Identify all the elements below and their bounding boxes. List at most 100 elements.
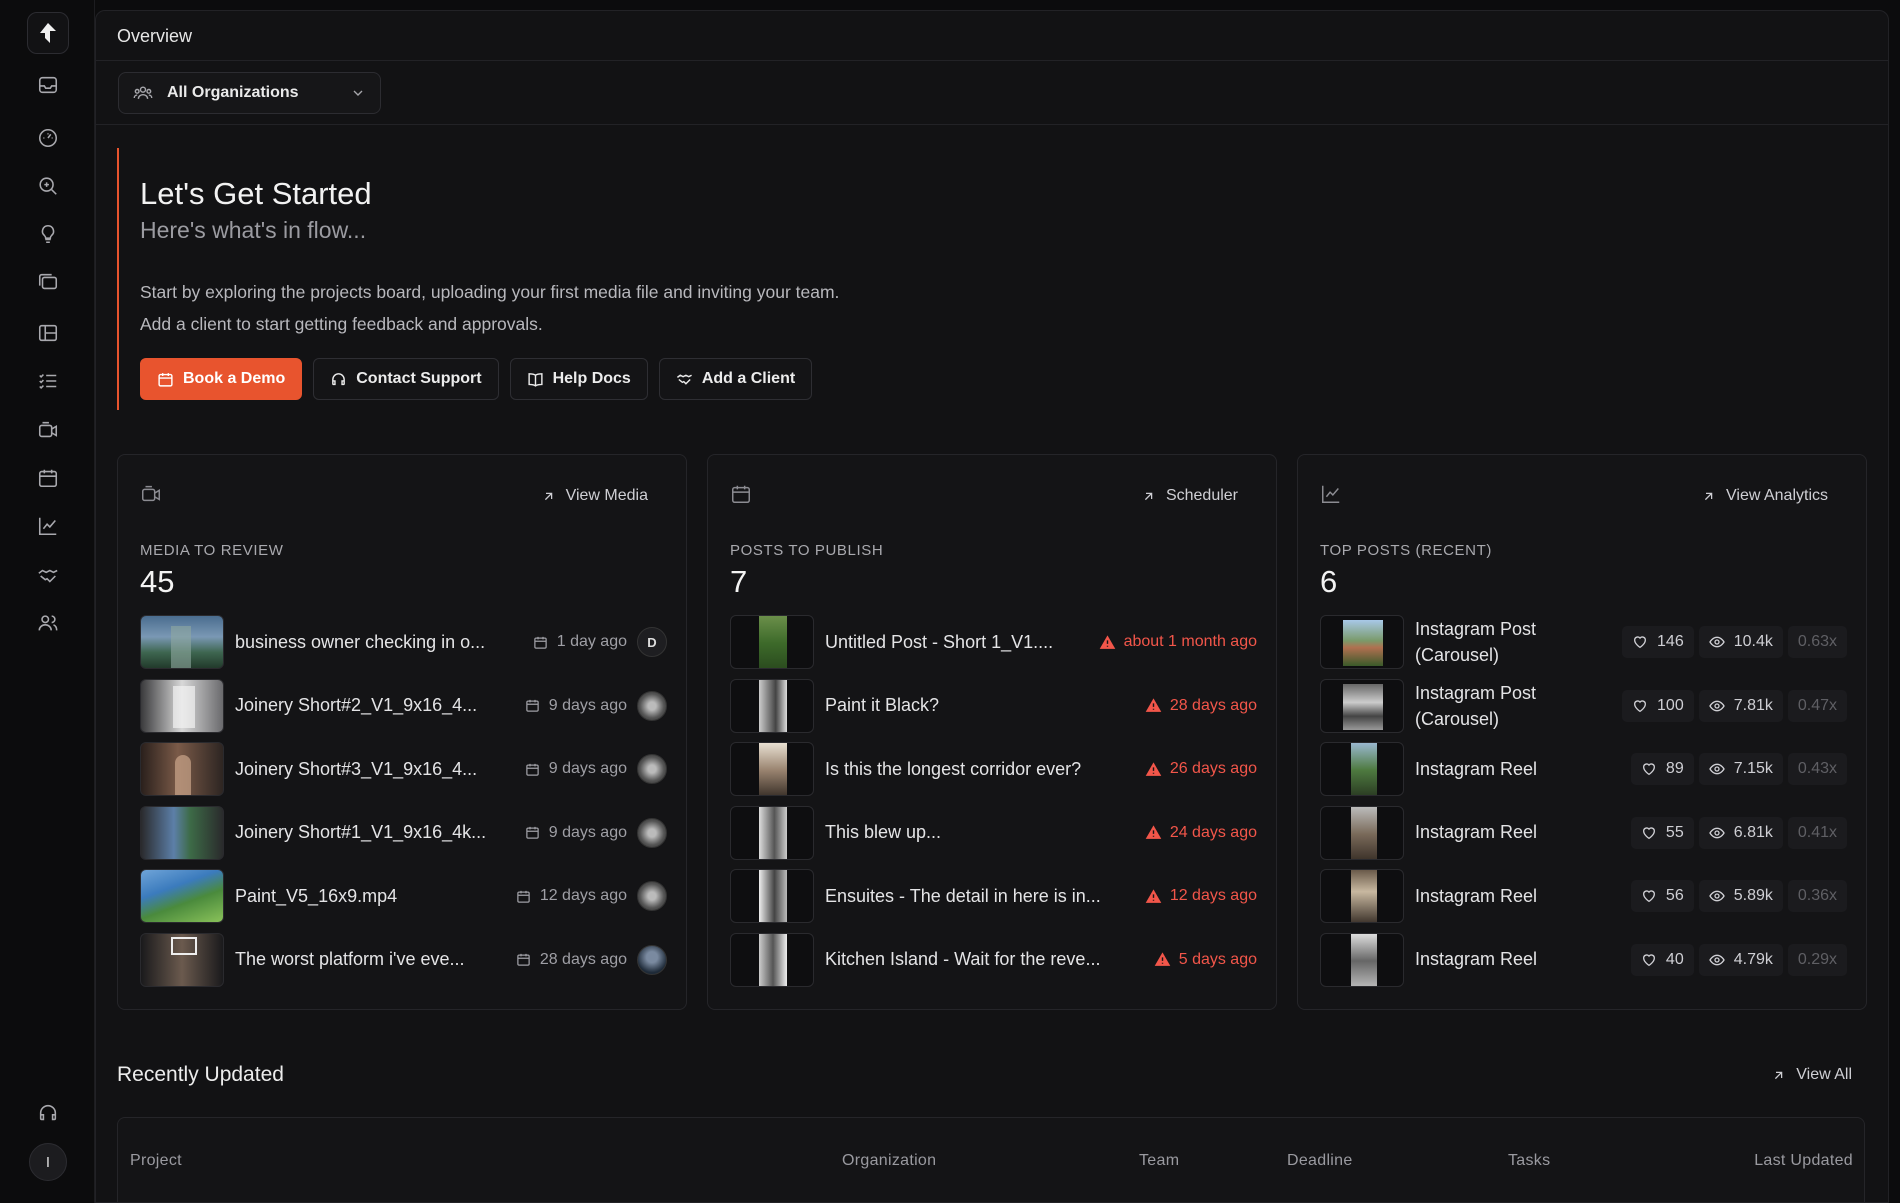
arrow-up-right-icon xyxy=(1144,492,1153,500)
post-thumbnail xyxy=(730,932,814,987)
search-icon[interactable] xyxy=(33,171,63,201)
clients-icon[interactable] xyxy=(33,561,63,591)
media-icon xyxy=(140,483,162,505)
hero-actions: Book a Demo Contact Support Help Docs Ad… xyxy=(140,358,813,400)
user-avatar[interactable]: I xyxy=(29,1143,67,1181)
list-item[interactable]: Instagram Post (Carousel) 100 7.81k 0.47… xyxy=(1320,678,1847,733)
page-title: Overview xyxy=(117,26,193,46)
organization-bar: All Organizations xyxy=(96,61,1888,125)
top-posts-list: Instagram Post (Carousel) 146 10.4k 0.63… xyxy=(1320,615,1847,996)
column-header-organization[interactable]: Organization xyxy=(842,1152,936,1170)
views-stat: 6.81k xyxy=(1698,816,1783,849)
post-title: Untitled Post - Short 1_V1.... xyxy=(825,631,1054,652)
list-item[interactable]: The worst platform i've eve... 28 days a… xyxy=(140,932,667,987)
posts-to-publish-label: POSTS TO PUBLISH xyxy=(730,542,884,559)
view-all-link[interactable]: View All xyxy=(1771,1066,1852,1084)
post-due: about 1 month ago xyxy=(1099,633,1257,651)
warning-icon xyxy=(1145,761,1162,776)
post-thumbnail xyxy=(1320,742,1404,796)
post-thumbnail xyxy=(1320,805,1404,860)
engagement-ratio: 0.36x xyxy=(1787,880,1847,912)
post-title: Instagram Reel xyxy=(1415,885,1538,906)
post-due: 5 days ago xyxy=(1154,951,1257,969)
warning-icon xyxy=(1145,888,1162,903)
arrow-up-right-icon xyxy=(1775,1071,1783,1079)
board-icon[interactable] xyxy=(33,318,63,348)
recent-projects-table: Project Organization Team Deadline Tasks… xyxy=(117,1117,1865,1202)
warning-icon xyxy=(1099,634,1115,649)
list-item[interactable]: Instagram Reel 40 4.79k 0.29x xyxy=(1320,932,1847,987)
media-thumbnail xyxy=(140,869,224,923)
engagement-ratio: 0.63x xyxy=(1787,626,1847,658)
organization-selector-label: All Organizations xyxy=(167,84,299,101)
lightbulb-icon[interactable] xyxy=(33,219,63,249)
post-thumbnail xyxy=(730,869,814,923)
contact-support-button[interactable]: Contact Support xyxy=(313,358,499,400)
heart-icon xyxy=(1642,763,1655,776)
arrow-up-right-icon xyxy=(544,492,552,500)
list-item[interactable]: Kitchen Island - Wait for the reve... 5 … xyxy=(730,932,1257,987)
post-due: 12 days ago xyxy=(1145,887,1257,905)
column-header-last-updated[interactable]: Last Updated xyxy=(1754,1152,1853,1170)
dashboard-icon[interactable] xyxy=(33,123,63,153)
avatar xyxy=(637,817,667,848)
media-to-review-card: View Media MEDIA TO REVIEW 45 business o… xyxy=(117,454,687,1010)
post-title: Instagram Reel xyxy=(1415,822,1538,842)
list-item[interactable]: Instagram Post (Carousel) 146 10.4k 0.63… xyxy=(1320,615,1847,669)
list-item[interactable]: Paint_V5_16x9.mp4 12 days ago xyxy=(140,869,667,923)
list-item[interactable]: Joinery Short#1_V1_9x16_4k... 9 days ago xyxy=(140,805,667,860)
calendar-icon xyxy=(525,826,539,839)
list-item[interactable]: This blew up... 24 days ago xyxy=(730,805,1257,860)
post-title: This blew up... xyxy=(825,822,942,842)
support-icon[interactable] xyxy=(33,1098,63,1128)
list-item[interactable]: Is this the longest corridor ever? 26 da… xyxy=(730,742,1257,796)
warning-icon xyxy=(1145,825,1162,839)
eye-icon xyxy=(1708,954,1725,965)
heart-icon xyxy=(1642,826,1655,839)
list-item[interactable]: Instagram Reel 55 6.81k 0.41x xyxy=(1320,805,1847,860)
book-demo-button[interactable]: Book a Demo xyxy=(140,358,303,400)
organization-selector[interactable]: All Organizations xyxy=(118,72,381,114)
app-logo[interactable] xyxy=(27,12,69,54)
engagement-ratio: 0.43x xyxy=(1787,753,1847,785)
post-thumbnail xyxy=(730,805,814,860)
column-header-team[interactable]: Team xyxy=(1139,1152,1179,1170)
analytics-icon[interactable] xyxy=(33,511,63,541)
view-analytics-link[interactable]: View Analytics xyxy=(1701,487,1828,505)
list-item[interactable]: Ensuites - The detail in here is in... 1… xyxy=(730,869,1257,923)
calendar-icon xyxy=(517,953,530,966)
post-thumbnail xyxy=(1320,932,1404,987)
add-client-button[interactable]: Add a Client xyxy=(658,358,813,400)
column-header-project[interactable]: Project xyxy=(130,1152,182,1170)
inbox-icon[interactable] xyxy=(33,70,63,100)
hero-subtitle: Here's what's in flow... xyxy=(140,217,367,243)
list-item[interactable]: Joinery Short#3_V1_9x16_4... 9 days ago xyxy=(140,742,667,796)
list-item[interactable]: Joinery Short#2_V1_9x16_4... 9 days ago xyxy=(140,678,667,733)
column-header-deadline[interactable]: Deadline xyxy=(1287,1152,1353,1170)
media-icon[interactable] xyxy=(33,415,63,445)
view-media-link[interactable]: View Media xyxy=(541,487,648,505)
recently-updated-title: Recently Updated xyxy=(117,1063,284,1086)
scheduler-link[interactable]: Scheduler xyxy=(1141,487,1238,505)
likes-stat: 55 xyxy=(1630,816,1694,849)
calendar-icon[interactable] xyxy=(33,463,63,493)
folders-icon[interactable] xyxy=(33,267,63,297)
help-docs-button[interactable]: Help Docs xyxy=(509,358,648,400)
list-item[interactable]: Instagram Reel 89 7.15k 0.43x xyxy=(1320,742,1847,796)
post-title: Instagram Reel xyxy=(1415,758,1538,779)
media-thumbnail xyxy=(140,932,224,987)
list-item[interactable]: Instagram Reel 56 5.89k 0.36x xyxy=(1320,869,1847,923)
main-panel: Overview All Organizations Let's Get Sta… xyxy=(95,10,1889,1203)
team-icon[interactable] xyxy=(33,608,63,638)
list-item[interactable]: business owner checking in o... 1 day ag… xyxy=(140,615,667,669)
list-item[interactable]: Untitled Post - Short 1_V1.... about 1 m… xyxy=(730,615,1257,669)
media-date: 9 days ago xyxy=(525,760,627,778)
post-thumbnail xyxy=(730,742,814,796)
tasks-icon[interactable] xyxy=(33,366,63,396)
likes-stat: 89 xyxy=(1630,753,1694,785)
media-title: Joinery Short#3_V1_9x16_4... xyxy=(235,758,478,779)
media-thumbnail xyxy=(140,678,224,733)
list-item[interactable]: Paint it Black? 28 days ago xyxy=(730,678,1257,733)
column-header-tasks[interactable]: Tasks xyxy=(1508,1152,1550,1170)
media-date: 9 days ago xyxy=(525,697,627,715)
